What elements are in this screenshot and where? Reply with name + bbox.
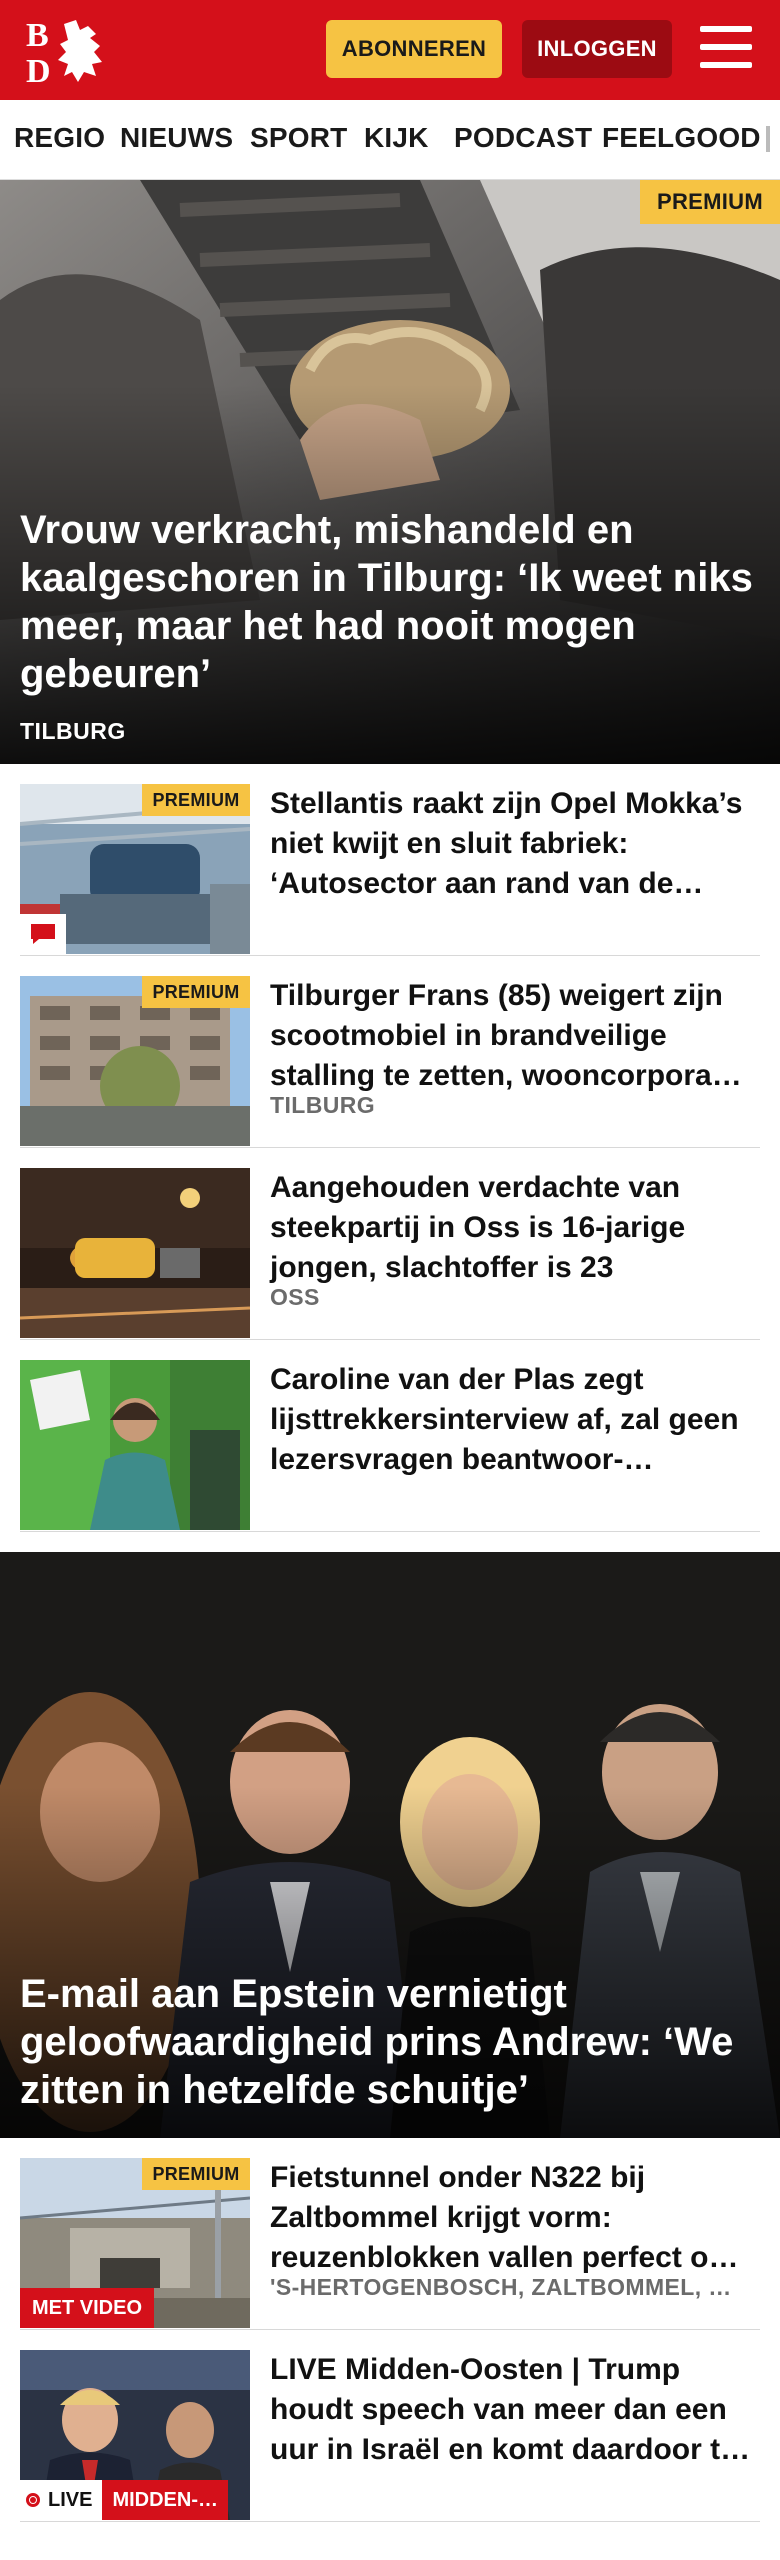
article-tag[interactable]: TILBURG bbox=[270, 1092, 375, 1119]
hero-tag-1[interactable]: TILBURG bbox=[20, 718, 126, 745]
article-title[interactable]: Fietstunnel onder N322 bij Zaltbommel kr… bbox=[270, 2158, 760, 2278]
list-item[interactable]: Caroline van der Plas zegt lijsttrekkers… bbox=[20, 1340, 760, 1532]
article-thumbnail: LIVE MIDDEN-… bbox=[20, 2350, 250, 2520]
live-dot-icon bbox=[26, 2493, 40, 2507]
article-title[interactable]: Caroline van der Plas zegt lijsttrekkers… bbox=[270, 1360, 760, 1480]
premium-badge: PREMIUM bbox=[142, 2158, 250, 2190]
list-item[interactable]: PREMIUM Tilburger Frans (85) weigert zij… bbox=[20, 956, 760, 1148]
article-title[interactable]: Stellantis raakt zijn Opel Mokka’s niet … bbox=[270, 784, 760, 904]
list-item[interactable]: PREMIUM Stellantis raakt zijn Opel Mokka… bbox=[20, 764, 760, 956]
article-thumbnail bbox=[20, 1168, 250, 1338]
article-tag[interactable]: OSS bbox=[270, 1284, 320, 1311]
top-bar: B D ABONNEREN INLOGGEN bbox=[0, 0, 780, 100]
svg-text:B: B bbox=[26, 17, 49, 54]
article-thumbnail: PREMIUM MET VIDEO bbox=[20, 2158, 250, 2328]
nav-item-feelgood[interactable]: FEELGOOD bbox=[602, 122, 761, 154]
list-item[interactable]: LIVE MIDDEN-… LIVE Midden-Oosten | Trump… bbox=[20, 2330, 760, 2522]
premium-badge: PREMIUM bbox=[142, 784, 250, 816]
comment-icon bbox=[20, 914, 66, 954]
article-tag[interactable]: 'S-HERTOGENBOSCH, ZALTBOMMEL, … bbox=[270, 2274, 732, 2301]
nav-item-sport[interactable]: SPORT bbox=[250, 122, 347, 154]
hero-article-2[interactable]: E-mail aan Epstein vernietigt geloofwaar… bbox=[0, 1552, 780, 2138]
video-badge: MET VIDEO bbox=[20, 2288, 155, 2328]
article-title[interactable]: LIVE Midden-Oosten | Trump houdt speech … bbox=[270, 2350, 760, 2470]
nav-overflow-indicator bbox=[766, 126, 770, 152]
list-item[interactable]: Aangehouden verdachte van steekpartij in… bbox=[20, 1148, 760, 1340]
nav-item-regio[interactable]: REGIO bbox=[14, 122, 105, 154]
bd-logo[interactable]: B D bbox=[24, 16, 116, 90]
premium-badge: PREMIUM bbox=[142, 976, 250, 1008]
nav-item-kijk[interactable]: KIJK bbox=[364, 122, 429, 154]
article-thumbnail: PREMIUM bbox=[20, 784, 250, 954]
subscribe-button[interactable]: ABONNEREN bbox=[326, 20, 502, 78]
svg-text:D: D bbox=[26, 53, 51, 86]
list-item[interactable]: PREMIUM MET VIDEO Fietstunnel onder N322… bbox=[20, 2138, 760, 2330]
live-badge-group: LIVE MIDDEN-… bbox=[20, 2480, 228, 2520]
section-badge: MIDDEN-… bbox=[102, 2480, 228, 2520]
hero-article-1[interactable]: PREMIUM Vrouw verkracht, mishandeld en k… bbox=[0, 180, 780, 764]
hero-title-1[interactable]: Vrouw verkracht, mishandeld en kaalgesch… bbox=[20, 506, 762, 698]
article-title[interactable]: Aangehouden verdachte van steekpartij in… bbox=[270, 1168, 760, 1288]
article-thumbnail bbox=[20, 1360, 250, 1530]
hero-title-2[interactable]: E-mail aan Epstein vernietigt geloofwaar… bbox=[20, 1970, 762, 2114]
premium-badge: PREMIUM bbox=[640, 180, 780, 224]
nav-item-nieuws[interactable]: NIEUWS bbox=[120, 122, 233, 154]
hamburger-menu-icon[interactable] bbox=[700, 26, 752, 72]
live-label: LIVE bbox=[48, 2488, 93, 2511]
article-thumbnail: PREMIUM bbox=[20, 976, 250, 1146]
section-nav: REGIO NIEUWS SPORT KIJK PODCAST FEELGOOD bbox=[0, 100, 780, 180]
nav-item-podcast[interactable]: PODCAST bbox=[454, 122, 592, 154]
article-title[interactable]: Tilburger Frans (85) weigert zijn scootm… bbox=[270, 976, 760, 1096]
live-badge: LIVE bbox=[20, 2480, 103, 2520]
login-button[interactable]: INLOGGEN bbox=[522, 20, 672, 78]
